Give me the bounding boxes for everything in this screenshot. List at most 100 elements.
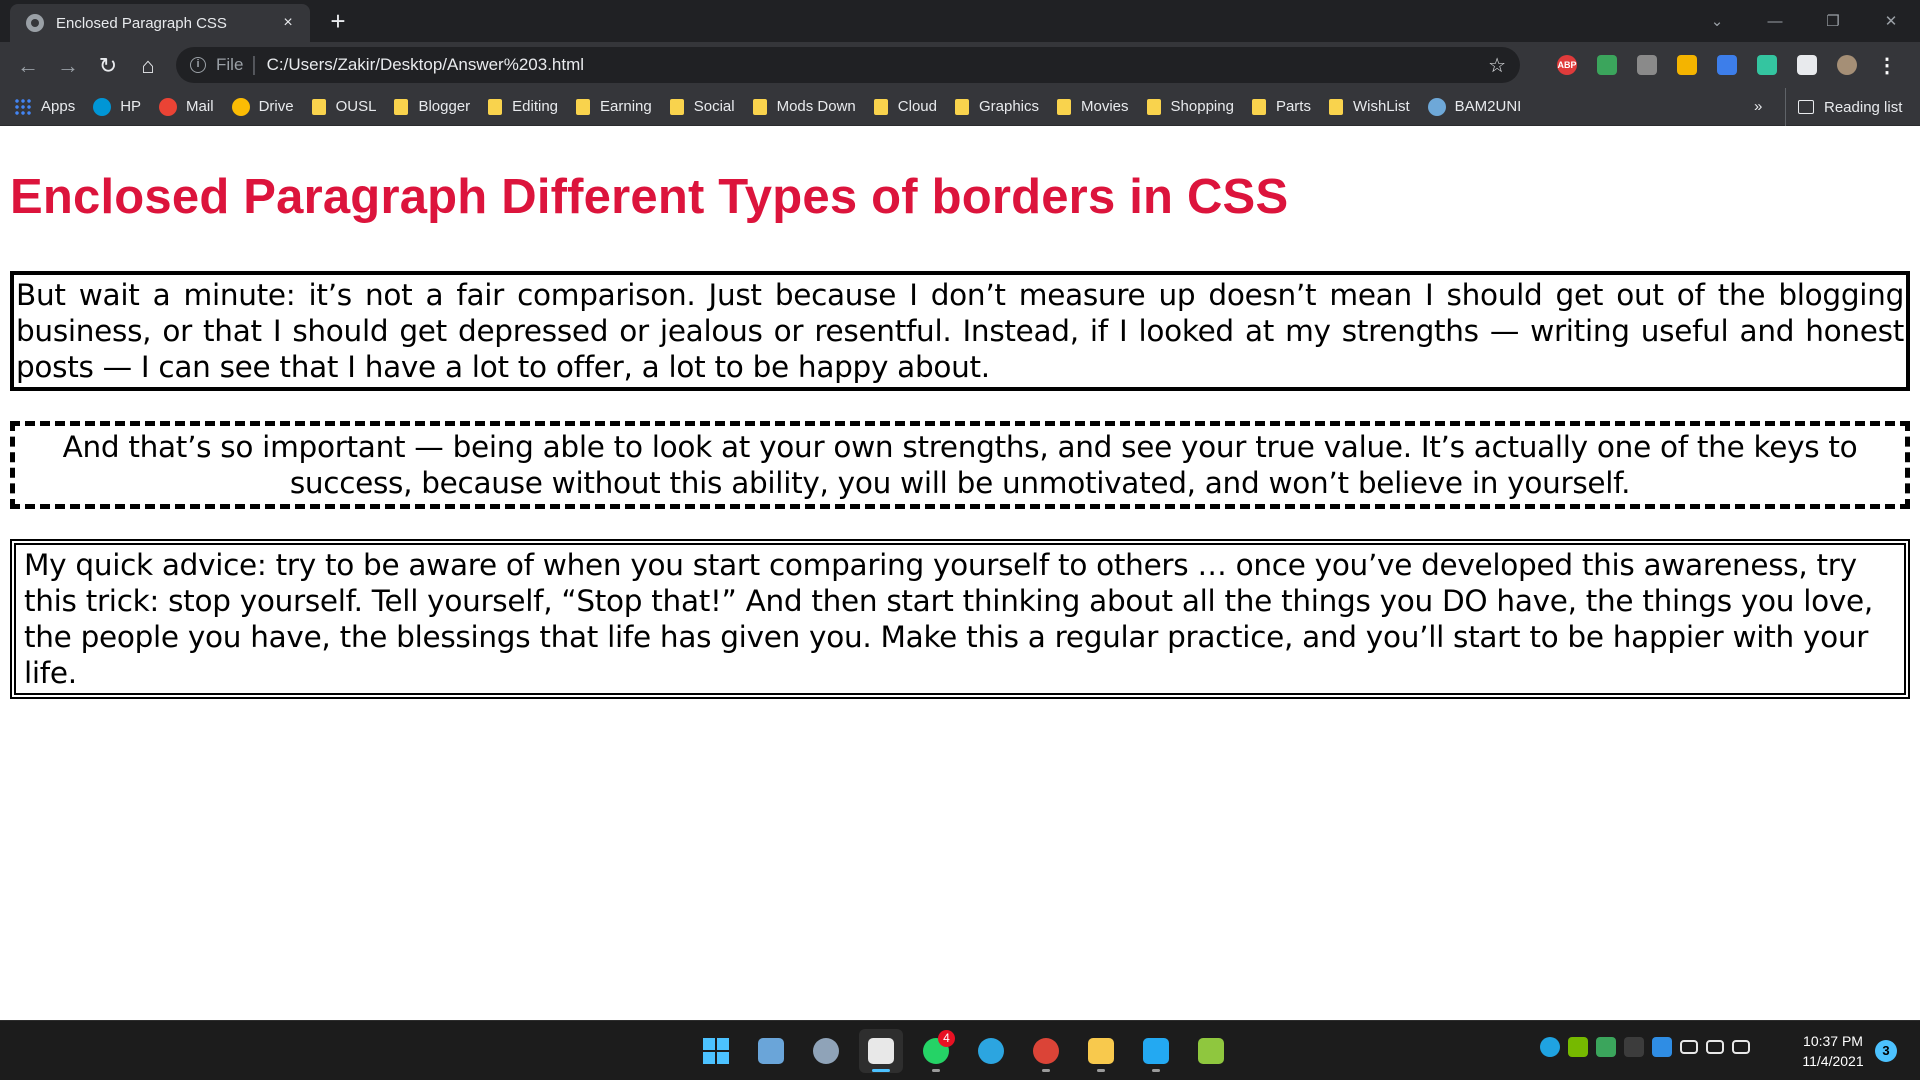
notepad-plus-icon[interactable] (1189, 1029, 1233, 1073)
apps-grid-icon (14, 97, 32, 116)
bookmark-label: Social (693, 98, 735, 115)
new-tab-button[interactable]: + (322, 6, 354, 38)
extensions-row: ABP ⋮ (1552, 50, 1902, 80)
file-explorer-icon-glyph (1088, 1038, 1114, 1064)
bookmark-parts[interactable]: Parts (1251, 98, 1311, 115)
site-info-icon[interactable]: i (190, 57, 206, 73)
browser-tab[interactable]: Enclosed Paragraph CSS × (10, 4, 310, 42)
browser-toolbar: ← → ↻ ⌂ i File | C:/Users/Zakir/Desktop/… (0, 42, 1920, 88)
snipping-tool-icon[interactable] (859, 1029, 903, 1073)
reading-list-button[interactable]: Reading list (1785, 88, 1902, 126)
bookmark-editing[interactable]: Editing (488, 98, 558, 115)
bitdefender-tray-icon[interactable] (1624, 1037, 1644, 1057)
extension-leaf-icon[interactable] (1592, 50, 1622, 80)
window-controls: ⌄ — ❐ ✕ (1688, 0, 1920, 42)
page-heading: Enclosed Paragraph Different Types of bo… (10, 170, 1289, 224)
puzzle-extensions-icon[interactable] (1792, 50, 1822, 80)
folder-icon (669, 98, 684, 115)
volume-icon[interactable] (1706, 1040, 1724, 1054)
clock[interactable]: 10:37 PM 11/4/2021 (1792, 1031, 1874, 1071)
pdf-extension-icon[interactable] (1632, 50, 1662, 80)
bookmark-movies[interactable]: Movies (1057, 98, 1129, 115)
start-button[interactable] (694, 1029, 738, 1073)
bookmark-label: Apps (41, 98, 76, 115)
kebab-menu-icon[interactable]: ⋮ (1872, 50, 1902, 80)
mascot-extension-icon-glyph (1717, 55, 1737, 75)
close-tab-icon[interactable]: × (278, 14, 298, 32)
bookmark-mods-down[interactable]: Mods Down (752, 98, 856, 115)
minimize-button[interactable]: — (1746, 0, 1804, 42)
bookmark-wishlist[interactable]: WishList (1328, 98, 1410, 115)
folder-icon (394, 98, 409, 115)
mascot-extension-icon[interactable] (1712, 50, 1742, 80)
address-bar[interactable]: i File | C:/Users/Zakir/Desktop/Answer%2… (176, 47, 1520, 83)
wifi-icon[interactable] (1680, 1040, 1698, 1054)
home-button[interactable]: ⌂ (132, 50, 164, 82)
bookmark-label: Blogger (418, 98, 471, 115)
bookmark-graphics[interactable]: Graphics (954, 98, 1040, 115)
edge-tray-icon[interactable] (1540, 1037, 1560, 1057)
bookmark-blogger[interactable]: Blogger (394, 98, 470, 115)
bookmark-label: Parts (1275, 98, 1311, 115)
profile-avatar-icon-glyph (1837, 55, 1857, 75)
bookmark-ousl[interactable]: OUSL (311, 98, 376, 115)
mail-checker-icon[interactable] (1672, 50, 1702, 80)
running-indicator (1152, 1069, 1160, 1072)
bookmark-label: WishList (1352, 98, 1410, 115)
close-window-button[interactable]: ✕ (1862, 0, 1920, 42)
settings-gear-icon-glyph (813, 1038, 839, 1064)
battery-icon[interactable] (1732, 1040, 1750, 1054)
photos-app-icon[interactable] (749, 1029, 793, 1073)
stripes-extension-icon[interactable] (1752, 50, 1782, 80)
bookmark-list: Apps HP Mail Drive OUSL Blogger Editing Earning… (14, 97, 1539, 116)
telegram-icon-glyph (978, 1038, 1004, 1064)
bookmark-drive[interactable]: Drive (231, 97, 294, 116)
mail-checker-icon-glyph (1677, 55, 1697, 75)
settings-gear-icon[interactable] (804, 1029, 848, 1073)
folder-icon (873, 98, 888, 115)
bookmark-star-icon[interactable]: ☆ (1488, 53, 1506, 78)
extension-leaf-icon-glyph (1597, 55, 1617, 75)
bookmark-earning[interactable]: Earning (576, 98, 652, 115)
bookmark-apps[interactable]: Apps (14, 97, 76, 116)
unread-count-badge: 4 (938, 1030, 955, 1047)
nvidia-tray-icon[interactable] (1568, 1037, 1588, 1057)
defender-shield-icon[interactable] (1652, 1037, 1672, 1057)
bookmark-label: Graphics (978, 98, 1040, 115)
bookmark-label: Mods Down (776, 98, 856, 115)
bookmarks-overflow-button[interactable]: » (1754, 88, 1762, 126)
file-explorer-icon[interactable] (1079, 1029, 1123, 1073)
bookmark-bam2uni[interactable]: BAM2UNI (1427, 97, 1521, 116)
url-text[interactable]: C:/Users/Zakir/Desktop/Answer%203.html (267, 55, 584, 75)
url-separator: | (251, 53, 257, 76)
vscode-icon-glyph (1143, 1038, 1169, 1064)
profile-avatar-icon[interactable] (1832, 50, 1862, 80)
chrome-icon[interactable] (1024, 1029, 1068, 1073)
whatsapp-icon[interactable]: 4 (914, 1029, 958, 1073)
snipping-tool-icon-glyph (868, 1038, 894, 1064)
bookmark-social[interactable]: Social (669, 98, 735, 115)
bookmark-mail[interactable]: Mail (159, 97, 214, 116)
extension-tray-icon[interactable] (1596, 1037, 1616, 1057)
bookmark-cloud[interactable]: Cloud (873, 98, 937, 115)
reload-button[interactable]: ↻ (92, 50, 124, 82)
bookmark-label: HP (120, 98, 142, 115)
tab-search-icon[interactable]: ⌄ (1688, 0, 1746, 42)
adblock-plus-icon[interactable]: ABP (1552, 50, 1582, 80)
puzzle-extensions-icon-glyph (1797, 55, 1817, 75)
folder-icon (954, 98, 969, 115)
vscode-icon[interactable] (1134, 1029, 1178, 1073)
notification-badge[interactable]: 3 (1875, 1040, 1897, 1062)
bookmark-hp[interactable]: HP (93, 97, 142, 116)
folder-icon (1251, 98, 1266, 115)
running-indicator (932, 1069, 940, 1072)
forward-button[interactable]: → (52, 50, 84, 82)
windows-logo-icon (703, 1038, 729, 1064)
telegram-icon[interactable] (969, 1029, 1013, 1073)
restore-button[interactable]: ❐ (1804, 0, 1862, 42)
back-button[interactable]: ← (12, 50, 44, 82)
running-indicator (1097, 1069, 1105, 1072)
folder-icon (1146, 98, 1161, 115)
bookmark-label: Drive (258, 98, 294, 115)
bookmark-shopping[interactable]: Shopping (1146, 98, 1234, 115)
